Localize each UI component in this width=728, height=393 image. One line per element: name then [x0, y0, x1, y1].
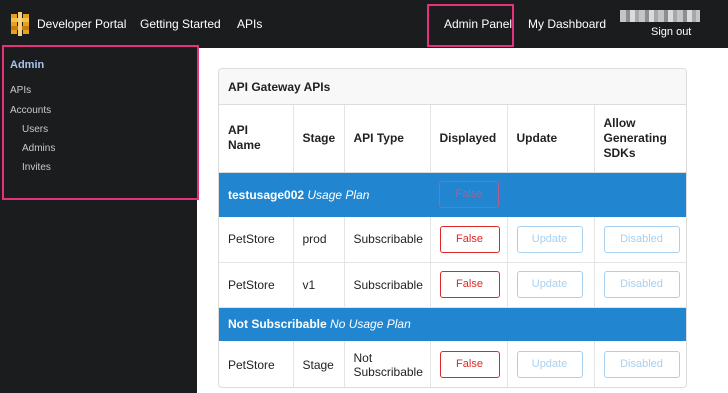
api-name-cell: PetStore [219, 217, 294, 263]
group-row-usage-plan: testusage002 Usage Plan False [219, 172, 686, 217]
sidebar-item-invites[interactable]: Invites [22, 162, 51, 173]
group-plan: Usage Plan [307, 187, 370, 202]
update-cell: Update [507, 262, 595, 308]
group-row-no-usage-plan: Not Subscribable No Usage Plan [219, 307, 686, 341]
top-navbar: Developer Portal Getting Started APIs Ad… [0, 0, 728, 48]
column-header-allow-sdks: Allow Generating SDKs [594, 105, 686, 173]
group-empty-cell [594, 172, 686, 217]
group-empty-cell [507, 172, 594, 217]
group-label-cell: testusage002 Usage Plan [219, 172, 430, 217]
column-header-api-name: API Name [219, 105, 294, 173]
api-name-cell: PetStore [219, 341, 294, 387]
sidebar-item-apis[interactable]: APIs [10, 85, 31, 96]
admin-panel-highlight-box [427, 4, 514, 47]
blurred-username [620, 10, 700, 22]
displayed-toggle-button[interactable]: False [439, 351, 500, 379]
column-header-stage: Stage [293, 105, 345, 173]
api-type-cell: Subscribable [344, 262, 431, 308]
api-name-cell: PetStore [219, 262, 294, 308]
nav-my-dashboard[interactable]: My Dashboard [528, 0, 606, 48]
sdk-cell: Disabled [594, 217, 686, 263]
stage-cell: Stage [293, 341, 345, 387]
stage-cell: prod [293, 217, 345, 263]
update-cell: Update [507, 341, 595, 387]
group-label-cell: Not Subscribable No Usage Plan [219, 307, 686, 341]
sdk-disabled-button[interactable]: Disabled [603, 271, 680, 298]
table-row: PetStore v1 Subscribable False Update Di… [219, 262, 686, 308]
nav-sign-out[interactable]: Sign out [651, 26, 691, 38]
update-button[interactable]: Update [516, 271, 583, 298]
panel-title: API Gateway APIs [219, 69, 686, 105]
api-type-cell: Subscribable [344, 217, 431, 263]
sdk-cell: Disabled [594, 341, 686, 387]
api-gateway-panel: API Gateway APIs API Name Stage API Type… [218, 68, 687, 388]
group-name: testusage002 [228, 187, 305, 202]
displayed-cell: False [430, 217, 508, 263]
group-name: Not Subscribable [228, 317, 327, 332]
group-plan: No Usage Plan [330, 317, 411, 332]
column-header-update: Update [507, 105, 595, 173]
update-button[interactable]: Update [516, 225, 583, 253]
api-type-cell: Not Subscribable [344, 341, 431, 387]
column-header-api-type: API Type [344, 105, 431, 173]
table-row: PetStore prod Subscribable False Update … [219, 217, 686, 263]
developer-portal-logo-icon[interactable] [9, 12, 31, 36]
sdk-disabled-button[interactable]: Disabled [603, 351, 680, 379]
displayed-cell: False [430, 262, 508, 308]
sidebar-item-accounts[interactable]: Accounts [10, 105, 51, 116]
update-cell: Update [507, 217, 595, 263]
group-displayed-toggle-button[interactable]: False [439, 181, 499, 209]
table-row: PetStore Stage Not Subscribable False Up… [219, 341, 686, 387]
column-header-displayed: Displayed [430, 105, 508, 173]
sdk-disabled-button[interactable]: Disabled [603, 225, 680, 253]
sidebar-item-admins[interactable]: Admins [22, 143, 55, 154]
stage-cell: v1 [293, 262, 345, 308]
displayed-cell: False [430, 341, 508, 387]
nav-getting-started[interactable]: Getting Started [140, 0, 221, 48]
displayed-toggle-button[interactable]: False [439, 225, 500, 253]
nav-apis[interactable]: APIs [237, 0, 262, 48]
group-displayed-cell: False [430, 172, 507, 217]
update-button[interactable]: Update [516, 351, 583, 379]
sdk-cell: Disabled [594, 262, 686, 308]
api-table: API Name Stage API Type Displayed Update… [219, 105, 686, 387]
sidebar-heading-admin: Admin [10, 59, 45, 71]
displayed-toggle-button[interactable]: False [439, 271, 500, 298]
sidebar-item-users[interactable]: Users [22, 124, 48, 135]
nav-developer-portal[interactable]: Developer Portal [37, 0, 126, 48]
